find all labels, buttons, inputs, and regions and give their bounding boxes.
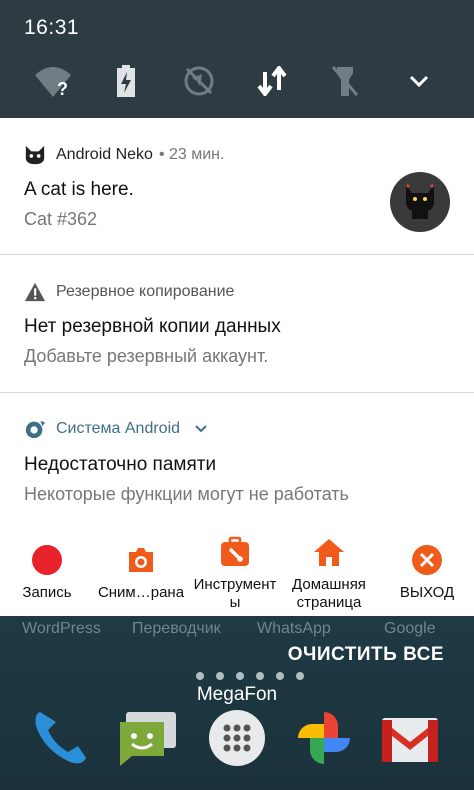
notification-text: Некоторые функции могут не работать (24, 484, 349, 504)
tool-label: Сним…рана (97, 584, 185, 601)
notification-title: Нет резервной копии данных (24, 316, 281, 337)
app-label[interactable]: WhatsApp (257, 620, 331, 638)
notification-text: Добавьте резервный аккаунт. (24, 346, 269, 366)
tool-label: Домашняя страница (292, 576, 366, 611)
page-dot (196, 672, 204, 680)
carrier-name: MegaFon (196, 684, 278, 705)
location-off-icon[interactable] (176, 58, 222, 104)
app-label[interactable]: Google (384, 620, 436, 638)
notification-time: • 23 мин. (158, 146, 225, 163)
gmail-icon[interactable] (378, 706, 442, 770)
quick-settings-panel: 16:31 ? (0, 0, 474, 118)
page-indicator (196, 672, 304, 682)
page-dot (296, 672, 304, 680)
notification-backup[interactable]: Резервное копирование Нет резервной копи… (0, 255, 474, 392)
messages-icon[interactable] (116, 706, 180, 770)
notification-system[interactable]: Система Android Недостаточно памяти Неко… (0, 393, 474, 530)
page-dot (236, 672, 244, 680)
dock (0, 706, 474, 790)
page-dot (256, 672, 264, 680)
page-dot (276, 672, 284, 680)
screenshot-button[interactable]: Сним…рана (94, 530, 188, 616)
photos-icon[interactable] (292, 706, 356, 770)
wifi-unknown-icon[interactable]: ? (30, 58, 76, 104)
battery-charging-icon[interactable] (103, 58, 149, 104)
tool-label: Запись (22, 584, 72, 601)
notification-text: Cat #362 (24, 209, 98, 229)
home-screen: WordPress Переводчик WhatsApp Google ОЧИ… (0, 616, 474, 790)
android-system-icon (24, 418, 46, 440)
app-label[interactable]: Переводчик (132, 620, 221, 638)
exit-button[interactable]: ВЫХОД (380, 530, 474, 616)
notification-header: Система Android (24, 415, 212, 443)
app-labels-row: WordPress Переводчик WhatsApp Google (0, 620, 474, 642)
quick-settings-row: ? (0, 58, 474, 104)
chevron-down-icon[interactable] (190, 418, 212, 440)
phone-icon[interactable] (28, 706, 92, 770)
notification-neko[interactable]: Android Neko • 23 мин. A cat is here. Ca… (0, 118, 474, 254)
cat-icon (24, 144, 46, 166)
app-label[interactable]: WordPress (22, 620, 101, 638)
toolbox-icon (219, 536, 251, 568)
recorder-toolbar: Запись Сним…рана Инструменты Домашняя ст… (0, 530, 474, 616)
close-icon (411, 544, 443, 576)
clear-all-button[interactable]: ОЧИСТИТЬ ВСЕ (288, 644, 444, 666)
notification-app-name: Android Neko (56, 146, 153, 163)
flashlight-off-icon[interactable] (322, 58, 368, 104)
svg-text:?: ? (57, 79, 68, 99)
home-page-button[interactable]: Домашняя страница (282, 530, 376, 616)
notification-header: Android Neko • 23 мин. (24, 141, 224, 169)
record-icon (31, 544, 63, 576)
notification-panel: Android Neko • 23 мин. A cat is here. Ca… (0, 118, 474, 530)
notification-app-name: Система Android (56, 420, 181, 437)
notification-header: Резервное копирование (24, 278, 234, 306)
tools-button[interactable]: Инструменты (188, 530, 282, 616)
home-icon (313, 536, 345, 568)
cat-avatar-icon (390, 172, 450, 232)
warning-icon (24, 281, 46, 303)
camera-icon (125, 544, 157, 576)
expand-chevron-icon[interactable] (396, 58, 442, 104)
notification-app-name: Резервное копирование (56, 283, 235, 300)
page-dot (216, 672, 224, 680)
apps-drawer-icon[interactable] (205, 706, 269, 770)
notification-title: Недостаточно памяти (24, 454, 217, 475)
notification-title: A cat is here. (24, 179, 134, 200)
data-transfer-icon[interactable] (249, 58, 295, 104)
tool-label: ВЫХОД (399, 584, 455, 601)
status-time: 16:31 (24, 16, 80, 39)
tool-label: Инструменты (193, 576, 277, 611)
record-button[interactable]: Запись (0, 530, 94, 616)
